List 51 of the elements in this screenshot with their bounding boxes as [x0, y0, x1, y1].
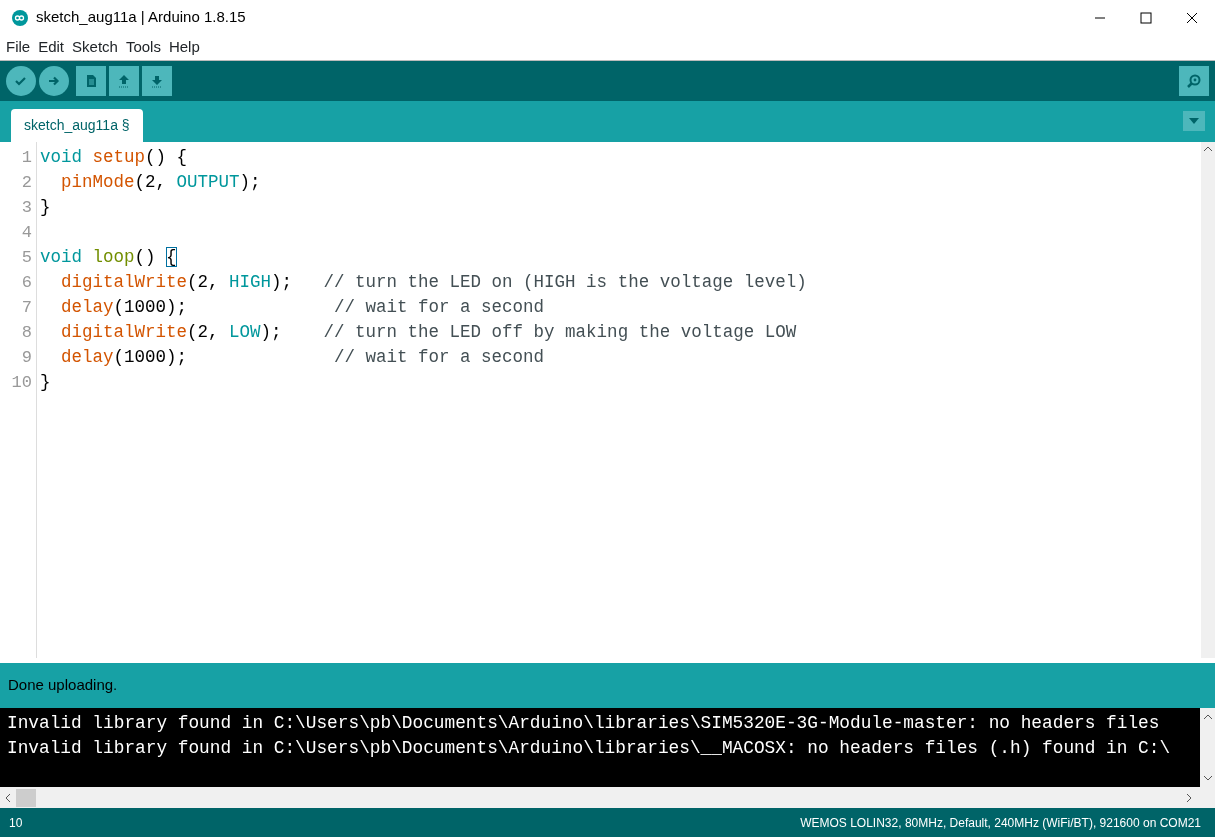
window-title: sketch_aug11a | Arduino 1.8.15 — [36, 7, 246, 28]
magnifier-icon — [1185, 73, 1203, 89]
console-line: Invalid library found in C:\Users\pb\Documents\Arduino\libraries\__MACOSX: no headers files (.h) found in C:\ — [7, 737, 1172, 760]
line-number: 7 — [20, 297, 33, 319]
menu-item[interactable]: Tools — [124, 36, 162, 59]
verify-button[interactable] — [6, 66, 36, 96]
menu-item[interactable]: Help — [167, 36, 201, 59]
code-line: delay(1000); // wait for a second — [60, 296, 546, 319]
code-line: } — [40, 371, 52, 394]
menu-item[interactable]: Edit — [37, 36, 66, 59]
line-number: 8 — [20, 322, 33, 344]
scrollbar-thumb[interactable] — [16, 788, 36, 807]
console-line: Invalid library found in C:\Users\pb\Documents\Arduino\libraries\SIM5320E-3G-Module-master: no headers files — [7, 712, 1161, 735]
code-line: digitalWrite(2, LOW); // turn the LED off by making the voltage LOW — [60, 321, 798, 344]
line-indicator: 10 — [9, 814, 23, 832]
maximize-icon — [1140, 11, 1152, 24]
line-number: 3 — [20, 197, 33, 219]
serial-monitor-button[interactable] — [1179, 66, 1209, 96]
scroll-left-icon — [5, 792, 11, 803]
scroll-up-icon — [1202, 714, 1213, 720]
app-logo-icon — [12, 9, 28, 26]
up-arrow-icon — [116, 73, 132, 89]
code-line: void setup() { — [40, 146, 189, 169]
code-line: digitalWrite(2, HIGH); // turn the LED on (HIGH is the voltage level) — [60, 271, 808, 294]
new-button[interactable] — [76, 66, 106, 96]
line-number: 9 — [20, 347, 33, 369]
line-number: 1 — [20, 147, 33, 169]
code-line: void loop() { — [40, 246, 178, 269]
line-number: 2 — [20, 172, 33, 194]
code-line: } — [40, 196, 52, 219]
upload-button[interactable] — [39, 66, 69, 96]
line-number: 6 — [20, 272, 33, 294]
down-arrow-icon — [149, 73, 165, 89]
menu-item[interactable]: File — [5, 36, 32, 59]
line-number: 10 — [10, 372, 33, 394]
code-line: pinMode(2, OUTPUT); — [60, 171, 262, 194]
board-info: WEMOS LOLIN32, 80MHz, Default, 240MHz (WiFi/BT), 921600 on COM21 — [800, 814, 1201, 832]
code-line: delay(1000); // wait for a second — [60, 346, 546, 369]
menu-item[interactable]: Sketch — [71, 36, 119, 59]
status-message: Done uploading. — [8, 675, 118, 696]
close-icon — [1186, 11, 1198, 24]
caret-icon — [1188, 117, 1200, 125]
scroll-up-icon — [1203, 146, 1213, 152]
save-button[interactable] — [142, 66, 172, 96]
line-number: 4 — [20, 222, 33, 244]
line-number: 5 — [20, 247, 33, 269]
open-button[interactable] — [109, 66, 139, 96]
tab-menu-button[interactable] — [1183, 111, 1205, 131]
scroll-down-icon — [1202, 775, 1213, 781]
editor-tab[interactable]: sketch_aug11a § — [11, 109, 143, 142]
scroll-right-icon — [1186, 792, 1192, 803]
